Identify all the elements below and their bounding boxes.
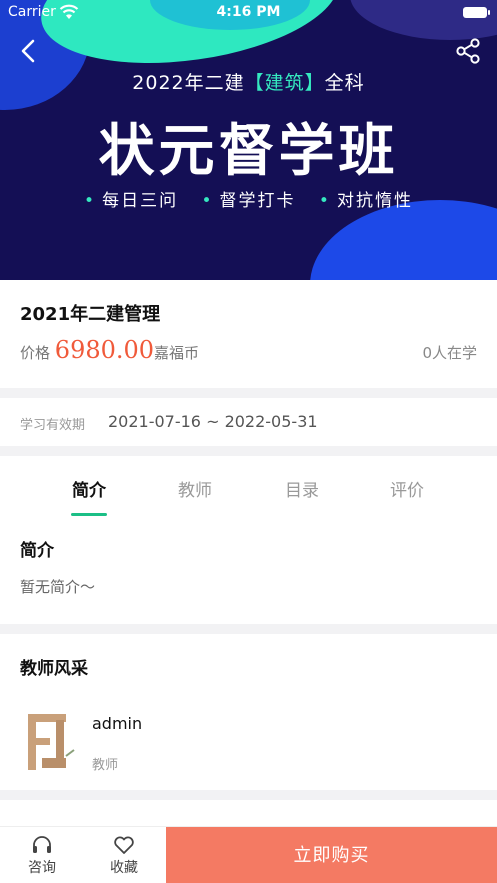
consult-label: 咨询 bbox=[28, 860, 56, 876]
heart-icon bbox=[114, 836, 134, 854]
course-banner: Carrier 4:16 PM 2022年二建【建筑】全科 状元督学班 每日三问… bbox=[0, 0, 497, 280]
teacher-section: 教师风采 admin 教师 bbox=[0, 634, 497, 790]
status-bar: Carrier 4:16 PM bbox=[0, 0, 497, 26]
tab-teachers[interactable]: 教师 bbox=[155, 476, 235, 501]
tab-catalog[interactable]: 目录 bbox=[262, 476, 342, 501]
teacher-role: 教师 bbox=[92, 758, 119, 773]
battery-icon bbox=[463, 7, 490, 18]
teacher-heading: 教师风采 bbox=[20, 659, 88, 679]
price-currency: 嘉福币 bbox=[154, 344, 200, 362]
validity-card: 学习有效期 2021-07-16 ~ 2022-05-31 bbox=[0, 398, 497, 446]
price-line: 价格 6980.00嘉福币 bbox=[20, 336, 199, 364]
validity-value: 2021-07-16 ~ 2022-05-31 bbox=[108, 412, 318, 431]
banner-subtitle-highlight: 【建筑】 bbox=[244, 72, 325, 94]
price-label: 价格 bbox=[20, 344, 51, 362]
validity-label: 学习有效期 bbox=[20, 418, 86, 433]
favorite-button[interactable]: 收藏 bbox=[94, 835, 154, 877]
back-icon[interactable] bbox=[14, 36, 44, 66]
headset-icon bbox=[33, 836, 51, 853]
banner-subtitle-prefix: 2022年二建 bbox=[132, 72, 245, 94]
learner-count: 0人在学 bbox=[422, 344, 477, 362]
teacher-name[interactable]: admin bbox=[92, 714, 142, 733]
status-time: 4:16 PM bbox=[216, 4, 281, 20]
course-info-card: 2021年二建管理 价格 6980.00嘉福币 0人在学 bbox=[0, 280, 497, 388]
price-value: 6980.00 bbox=[54, 336, 155, 364]
buy-now-button[interactable]: 立即购买 bbox=[166, 827, 497, 883]
favorite-label: 收藏 bbox=[110, 860, 138, 876]
banner-decoration bbox=[310, 200, 497, 280]
intro-heading: 简介 bbox=[20, 541, 54, 561]
tab-intro[interactable]: 简介 bbox=[49, 476, 129, 501]
banner-points: 每日三问 督学打卡 对抗惰性 bbox=[0, 186, 497, 211]
detail-section: 简介 教师 目录 评价 简介 暂无简介～ bbox=[0, 456, 497, 624]
banner-point: 督学打卡 bbox=[201, 191, 295, 211]
consult-button[interactable]: 咨询 bbox=[12, 835, 72, 877]
teacher-avatar[interactable] bbox=[20, 710, 76, 772]
share-icon[interactable] bbox=[453, 36, 483, 66]
banner-point: 对抗惰性 bbox=[319, 191, 413, 211]
banner-point: 每日三问 bbox=[84, 191, 178, 211]
banner-subtitle: 2022年二建【建筑】全科 bbox=[0, 68, 497, 95]
course-title: 2021年二建管理 bbox=[20, 304, 161, 325]
active-tab-indicator bbox=[71, 513, 107, 516]
banner-subtitle-suffix: 全科 bbox=[324, 72, 365, 94]
bottom-action-bar: 咨询 收藏 立即购买 bbox=[0, 826, 497, 883]
intro-text: 暂无简介～ bbox=[20, 578, 96, 596]
banner-title: 状元督学班 bbox=[98, 119, 399, 184]
tab-reviews[interactable]: 评价 bbox=[367, 476, 447, 501]
